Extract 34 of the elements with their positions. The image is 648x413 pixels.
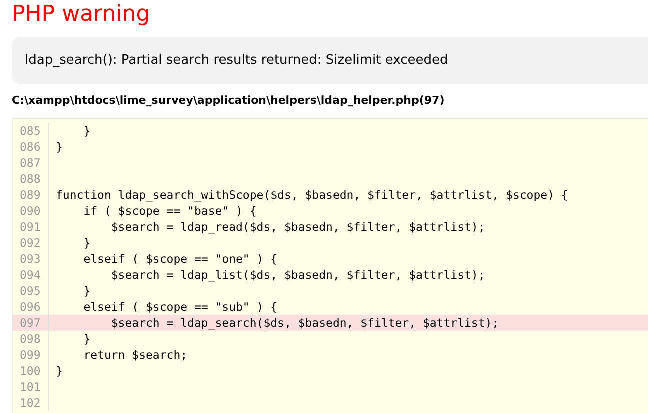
- line-number: 091: [13, 218, 49, 234]
- code-line: elseif ( $scope == "one" ) {: [82, 250, 278, 266]
- line-number: 088: [13, 170, 49, 186]
- file-path: C:\xampp\htdocs\lime_survey\application\helpers\ldap_helper.php(97): [12, 93, 445, 109]
- code-line: }: [55, 362, 63, 378]
- page-title: PHP warning: [12, 1, 150, 29]
- line-number: 093: [13, 250, 49, 266]
- line-number: 101: [13, 378, 49, 394]
- line-number: 086: [13, 138, 49, 154]
- line-number: 099: [13, 346, 49, 362]
- line-number: 089: [13, 186, 49, 202]
- line-number: 097: [13, 314, 49, 330]
- code-line: $search = ldap_search($ds, $basedn, $filter, $attrlist);: [110, 314, 500, 330]
- code-line: $search = ldap_list($ds, $basedn, $filter, $attrlist);: [110, 266, 486, 282]
- code-line: function ldap_search_withScope($ds, $basedn, $filter, $attrlist, $scope) {: [55, 186, 568, 202]
- line-number: 085: [13, 122, 49, 138]
- line-number: 095: [13, 282, 49, 298]
- code-line: $search = ldap_read($ds, $basedn, $filter, $attrlist);: [110, 218, 486, 234]
- error-message: ldap_search(): Partial search results returned: Sizelimit exceeded: [25, 52, 448, 70]
- code-line: if ( $scope == "base" ) {: [82, 202, 257, 218]
- line-number: 102: [13, 394, 49, 410]
- line-number: 092: [13, 234, 49, 250]
- code-line: return $search;: [82, 346, 188, 362]
- line-number: 098: [13, 330, 49, 346]
- line-number: 090: [13, 202, 49, 218]
- code-line: }: [82, 330, 91, 346]
- code-line: }: [82, 234, 91, 250]
- line-number: 087: [13, 154, 49, 170]
- line-number: 094: [13, 266, 49, 282]
- line-number: 100: [13, 362, 49, 378]
- code-line: elseif ( $scope == "sub" ) {: [82, 298, 278, 314]
- code-line: }: [82, 122, 91, 138]
- code-line: }: [82, 282, 91, 298]
- code-line: }: [55, 138, 63, 154]
